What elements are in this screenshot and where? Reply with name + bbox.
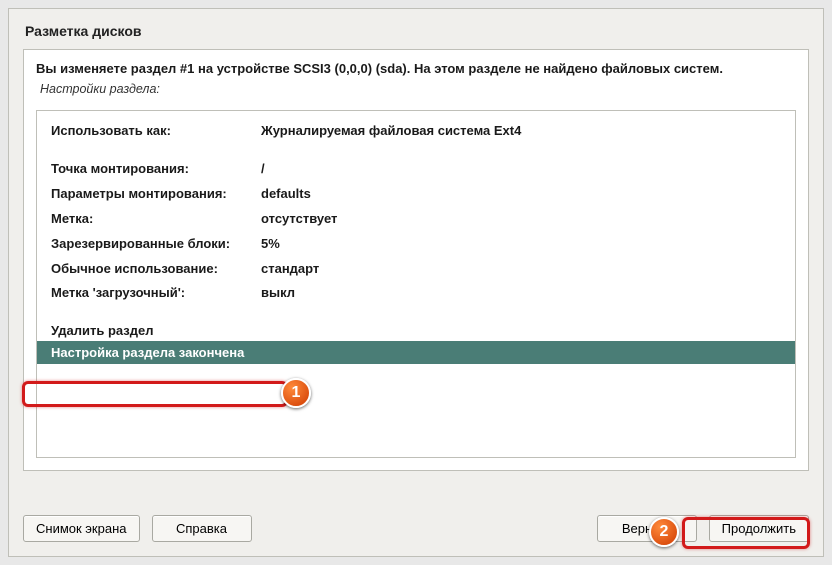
row-usage[interactable]: Обычное использование: стандарт — [37, 257, 795, 282]
reserved-value: 5% — [261, 234, 795, 255]
row-mount-point[interactable]: Точка монтирования: / — [37, 157, 795, 182]
boot-value: выкл — [261, 283, 795, 304]
partition-settings-list: Использовать как: Журналируемая файловая… — [36, 110, 796, 458]
use-as-value: Журналируемая файловая система Ext4 — [261, 121, 795, 142]
help-button[interactable]: Справка — [152, 515, 252, 542]
delete-partition[interactable]: Удалить раздел — [37, 320, 795, 341]
row-boot-flag[interactable]: Метка 'загрузочный': выкл — [37, 281, 795, 306]
label-value: отсутствует — [261, 209, 795, 230]
continue-button[interactable]: Продолжить — [709, 515, 809, 542]
settings-header: Настройки раздела: — [36, 78, 796, 104]
spacer — [37, 143, 795, 157]
spacer — [37, 306, 795, 320]
title-area: Разметка дисков — [9, 9, 823, 49]
done-setting-partition[interactable]: Настройка раздела закончена — [37, 341, 795, 364]
use-as-label: Использовать как: — [51, 121, 261, 142]
row-label[interactable]: Метка: отсутствует — [37, 207, 795, 232]
reserved-label: Зарезервированные блоки: — [51, 234, 261, 255]
page-title: Разметка дисков — [25, 23, 807, 39]
mount-opts-label: Параметры монтирования: — [51, 184, 261, 205]
boot-label: Метка 'загрузочный': — [51, 283, 261, 304]
mount-point-label: Точка монтирования: — [51, 159, 261, 180]
intro-text: Вы изменяете раздел #1 на устройстве SCS… — [36, 60, 796, 78]
button-bar: Снимок экрана Справка Вернуть Продолжить — [23, 515, 809, 542]
mount-point-value: / — [261, 159, 795, 180]
installer-window: Разметка дисков Вы изменяете раздел #1 н… — [8, 8, 824, 557]
screenshot-button[interactable]: Снимок экрана — [23, 515, 140, 542]
row-reserved[interactable]: Зарезервированные блоки: 5% — [37, 232, 795, 257]
usage-label: Обычное использование: — [51, 259, 261, 280]
row-use-as[interactable]: Использовать как: Журналируемая файловая… — [37, 119, 795, 144]
label-label: Метка: — [51, 209, 261, 230]
content-frame: Вы изменяете раздел #1 на устройстве SCS… — [23, 49, 809, 471]
intro-block: Вы изменяете раздел #1 на устройстве SCS… — [24, 50, 808, 110]
usage-value: стандарт — [261, 259, 795, 280]
bar-spacer — [264, 515, 585, 542]
back-button[interactable]: Вернуть — [597, 515, 697, 542]
mount-opts-value: defaults — [261, 184, 795, 205]
row-mount-opts[interactable]: Параметры монтирования: defaults — [37, 182, 795, 207]
